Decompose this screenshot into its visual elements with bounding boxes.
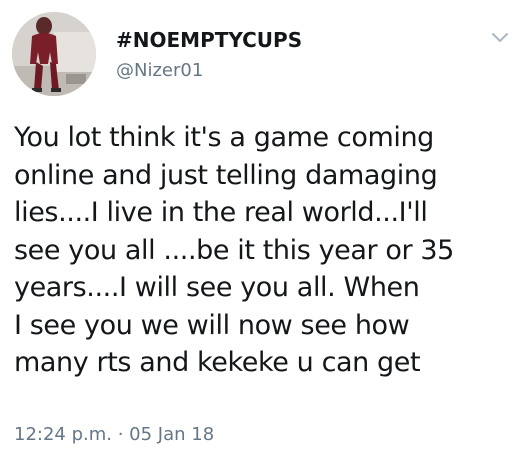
author-display-name[interactable]: #NOEMPTYCUPS xyxy=(116,28,302,52)
tweet-text-line: I see you we will now see how xyxy=(14,309,410,341)
tweet-text-line: years....I will see you all. When xyxy=(14,272,420,303)
tweet-text: You lot think it's a game coming online … xyxy=(14,119,514,382)
tweet-text-line: many rts and kekeke u can get xyxy=(14,347,421,378)
tweet-text-line: see you all ....be it this year or 35 xyxy=(14,234,454,266)
tweet-card: #NOEMPTYCUPS @Nizer01 You lot think it's… xyxy=(0,0,522,467)
tweet-text-line: lies....I live in the real world...I'll xyxy=(14,197,428,228)
tweet-timestamp[interactable]: 12:24 p.m. · 05 Jan 18 xyxy=(14,424,214,446)
tweet-text-line: online and just telling damaging xyxy=(14,159,438,191)
author-handle[interactable]: @Nizer01 xyxy=(116,60,203,82)
avatar[interactable] xyxy=(12,12,96,96)
tweet-text-line: You lot think it's a game coming xyxy=(14,122,434,153)
avatar-image xyxy=(12,12,96,96)
chevron-down-icon[interactable] xyxy=(490,30,510,46)
